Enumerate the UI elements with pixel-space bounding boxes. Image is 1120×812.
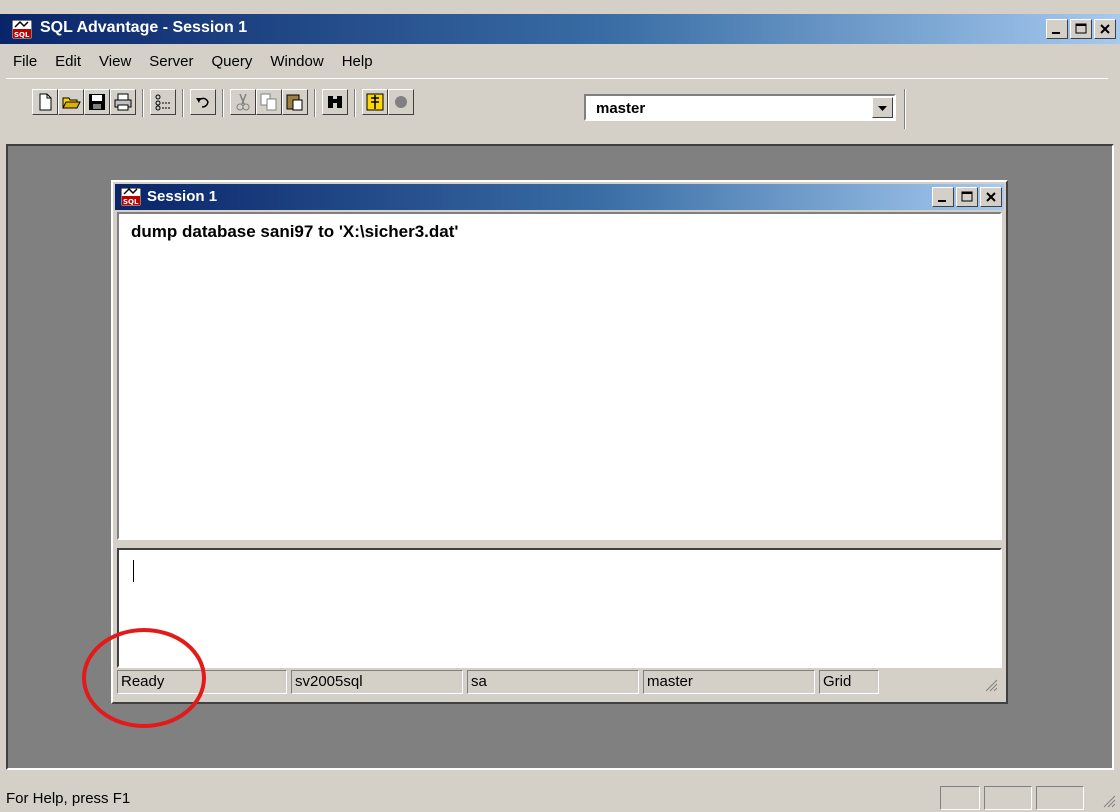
menu-edit[interactable]: Edit (46, 51, 90, 72)
database-select[interactable]: master (584, 94, 896, 121)
session-close-button[interactable] (980, 187, 1002, 207)
menu-view[interactable]: View (90, 51, 140, 72)
undo-icon (196, 97, 209, 108)
minimize-icon (938, 200, 946, 202)
binoculars-icon (328, 96, 342, 108)
menu-help[interactable]: Help (333, 51, 382, 72)
stop-button[interactable] (388, 89, 414, 115)
status-server: sv2005sql (291, 670, 463, 694)
execute-button[interactable] (362, 89, 388, 115)
maximize-icon (1075, 23, 1087, 34)
svg-text:SQL: SQL (123, 198, 139, 206)
menu-window[interactable]: Window (261, 51, 332, 72)
stop-circle-icon (395, 96, 407, 108)
paste-clipboard-icon (286, 94, 303, 111)
status-mode: Grid (819, 670, 879, 694)
copy-icon (260, 93, 277, 111)
menu-bar: File Edit View Server Query Window Help (0, 46, 1120, 76)
session-minimize-button[interactable] (932, 187, 954, 207)
save-button[interactable] (84, 89, 110, 115)
maximize-icon (961, 191, 973, 202)
status-user: sa (467, 670, 639, 694)
svg-text:SQL: SQL (14, 31, 30, 39)
list-icon (155, 94, 170, 111)
resize-grip-icon[interactable] (1102, 794, 1116, 808)
printer-icon (114, 93, 132, 111)
app-window: SQL SQL Advantage - Session 1 File Edit … (0, 0, 1120, 812)
text-caret (133, 560, 134, 582)
status-state: Ready (117, 670, 287, 694)
undo-button[interactable] (190, 89, 216, 115)
session-window: SQL Session 1 dump database sani97 to 'X… (111, 180, 1008, 704)
menu-file[interactable]: File (4, 51, 46, 72)
status-panel (940, 786, 980, 810)
session-title: Session 1 (147, 188, 218, 205)
cut-button[interactable] (230, 89, 256, 115)
open-button[interactable] (58, 89, 84, 115)
session-title-bar[interactable]: SQL Session 1 (115, 184, 1004, 210)
mdi-client-area: SQL Session 1 dump database sani97 to 'X… (6, 144, 1114, 770)
database-select-value: master (596, 100, 646, 117)
minimize-button[interactable] (1046, 19, 1068, 39)
session-maximize-button[interactable] (956, 187, 978, 207)
toolbar: master (6, 78, 1108, 131)
find-button[interactable] (322, 89, 348, 115)
query-editor[interactable]: dump database sani97 to 'X:\sicher3.dat' (117, 212, 1002, 540)
status-panel (1036, 786, 1084, 810)
save-disk-icon (89, 94, 105, 110)
copy-button[interactable] (256, 89, 282, 115)
paste-button[interactable] (282, 89, 308, 115)
scissors-icon (236, 93, 250, 111)
sql-session-icon: SQL (121, 188, 141, 206)
window-title: SQL Advantage - Session 1 (40, 19, 248, 36)
resize-grip-icon[interactable] (984, 678, 998, 692)
list-options-button[interactable] (150, 89, 176, 115)
results-pane[interactable] (117, 548, 1002, 668)
close-button[interactable] (1094, 19, 1116, 39)
new-button[interactable] (32, 89, 58, 115)
chevron-down-icon (878, 106, 887, 111)
query-text: dump database sani97 to 'X:\sicher3.dat' (131, 222, 459, 241)
execute-query-icon (366, 93, 384, 111)
print-button[interactable] (110, 89, 136, 115)
close-icon (1100, 24, 1110, 34)
menu-server[interactable]: Server (140, 51, 202, 72)
minimize-icon (1052, 32, 1060, 34)
open-folder-icon (62, 97, 81, 109)
title-bar[interactable]: SQL SQL Advantage - Session 1 (0, 14, 1120, 44)
maximize-button[interactable] (1070, 19, 1092, 39)
new-document-icon (39, 93, 52, 111)
sql-app-icon: SQL (12, 20, 32, 39)
session-status-bar: Ready sv2005sql sa master Grid (117, 670, 1002, 696)
status-database: master (643, 670, 815, 694)
menu-query[interactable]: Query (202, 51, 261, 72)
dropdown-button[interactable] (872, 97, 893, 118)
app-status-bar: For Help, press F1 (0, 782, 1120, 812)
help-text: For Help, press F1 (6, 790, 131, 807)
close-icon (986, 192, 996, 202)
status-panel (984, 786, 1032, 810)
